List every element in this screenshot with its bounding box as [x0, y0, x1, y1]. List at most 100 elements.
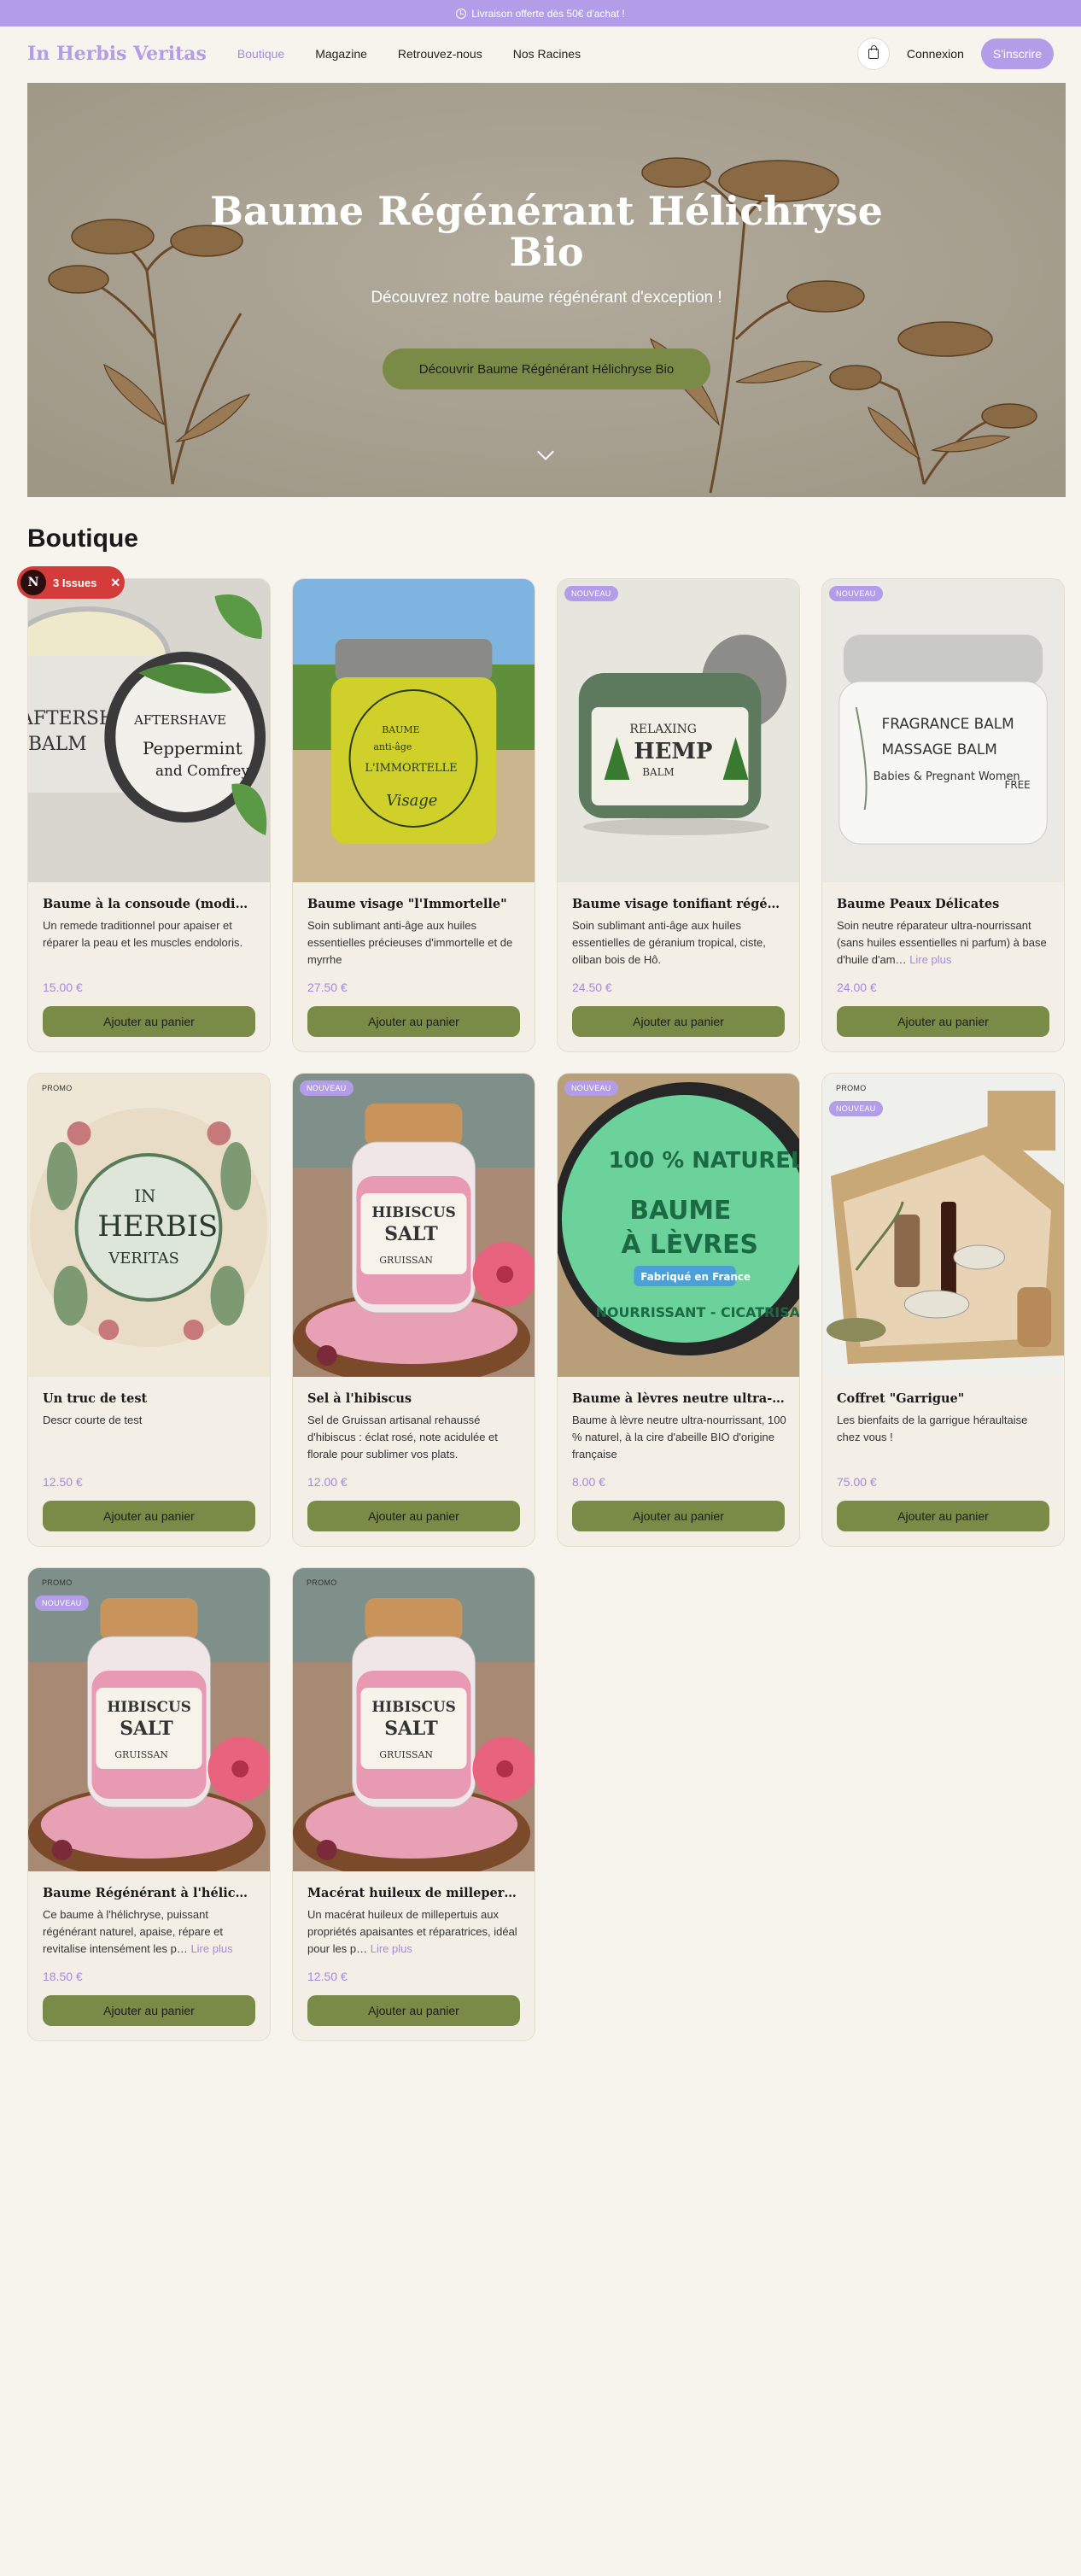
svg-text:IN: IN: [134, 1186, 155, 1206]
close-icon[interactable]: ✕: [110, 576, 120, 590]
product-description: Sel de Gruissan artisanal rehaussé d'hib…: [307, 1414, 498, 1461]
promo-badge: PROMO: [42, 1578, 73, 1587]
svg-text:NOURRISSANT - CICATRISANT: NOURRISSANT - CICATRISANT: [596, 1304, 799, 1320]
product-price: 75.00 €: [837, 1475, 877, 1489]
nav-right: Connexion S'inscrire: [856, 38, 1054, 70]
svg-text:BAUME: BAUME: [629, 1196, 731, 1226]
svg-text:AFTERSHAVE: AFTERSHAVE: [133, 712, 226, 728]
product-price: 12.50 €: [43, 1475, 83, 1489]
svg-text:À LÈVRES: À LÈVRES: [621, 1229, 757, 1260]
add-to-cart-button[interactable]: Ajouter au panier: [307, 1995, 520, 2026]
svg-text:L'IMMORTELLE: L'IMMORTELLE: [365, 762, 457, 775]
new-badge: NOUVEAU: [829, 586, 883, 601]
read-more-link[interactable]: Lire plus: [190, 1942, 232, 1955]
new-badge: NOUVEAU: [564, 1080, 618, 1096]
svg-text:Fabriqué en France: Fabriqué en France: [640, 1271, 751, 1283]
product-description: Baume à lèvre neutre ultra-nourrissant, …: [572, 1414, 786, 1461]
product-image[interactable]: HIBISCUS SALT GRUISSAN: [293, 1074, 535, 1377]
svg-text:HERBIS: HERBIS: [97, 1209, 218, 1243]
product-card[interactable]: AFTERSHAV BALM AFTERSHAVE Peppermint and Com…: [27, 578, 271, 1052]
product-name[interactable]: Baume à la consoude (modifié): [43, 897, 255, 911]
product-name[interactable]: Baume visage "l'Immortelle": [307, 897, 520, 911]
nav-link-boutique[interactable]: Boutique: [237, 47, 284, 61]
product-card[interactable]: FRAGRANCE BALM MASSAGE BALM Babies & Pregn…: [821, 578, 1065, 1052]
product-description: Soin neutre réparateur ultra-nourrissant…: [837, 919, 1047, 966]
svg-text:FRAGRANCE BALM: FRAGRANCE BALM: [882, 715, 1014, 732]
product-name[interactable]: Un truc de test: [43, 1391, 255, 1406]
svg-text:HEMP: HEMP: [634, 739, 712, 764]
product-image[interactable]: 100 % NATUREL BAUME À LÈVRES Fabriqué en Fr…: [558, 1074, 799, 1377]
site-logo[interactable]: In Herbis Veritas: [27, 43, 207, 65]
issues-label: 3 Issues: [53, 576, 97, 589]
product-card[interactable]: HIBISCUS SALT GRUISSAN PROMO Macérat huileux…: [292, 1567, 535, 2041]
product-name[interactable]: Baume Régénérant à l'hélichryse…: [43, 1886, 255, 1900]
promo-text: Livraison offerte dès 50€ d'achat !: [471, 7, 625, 20]
nav-link-nos-racines[interactable]: Nos Racines: [513, 47, 581, 61]
add-to-cart-button[interactable]: Ajouter au panier: [43, 1006, 255, 1037]
svg-text:BALM: BALM: [642, 766, 674, 778]
add-to-cart-button[interactable]: Ajouter au panier: [572, 1006, 785, 1037]
svg-text:HIBISCUS: HIBISCUS: [371, 1203, 456, 1221]
svg-text:100 % NATUREL: 100 % NATUREL: [609, 1148, 799, 1174]
product-image[interactable]: RELAXING HEMP BALM: [558, 579, 799, 882]
svg-text:HIBISCUS: HIBISCUS: [107, 1698, 191, 1715]
product-image[interactable]: HIBISCUS SALT GRUISSAN: [293, 1568, 535, 1871]
add-to-cart-button[interactable]: Ajouter au panier: [837, 1006, 1049, 1037]
login-link[interactable]: Connexion: [907, 47, 964, 61]
product-image[interactable]: HIBISCUS SALT GRUISSAN: [28, 1568, 270, 1871]
product-card[interactable]: HIBISCUS SALT GRUISSAN PROMO NOUVEAU Baume Ré…: [27, 1567, 271, 2041]
product-name[interactable]: Baume visage tonifiant régénérant: [572, 897, 785, 911]
svg-text:VERITAS: VERITAS: [108, 1250, 179, 1268]
product-image[interactable]: BAUME anti-âge L'IMMORTELLE Visage: [293, 579, 535, 882]
svg-text:and Comfrey: and Comfrey: [155, 762, 249, 779]
promo-badge: PROMO: [836, 1084, 867, 1092]
product-card[interactable]: RELAXING HEMP BALM NOUVEAU Baume visage toni…: [557, 578, 800, 1052]
add-to-cart-button[interactable]: Ajouter au panier: [307, 1501, 520, 1531]
product-description: Soin sublimant anti-âge aux huiles essen…: [307, 919, 513, 966]
product-image[interactable]: FRAGRANCE BALM MASSAGE BALM Babies & Pregn…: [822, 579, 1064, 882]
read-more-link[interactable]: Lire plus: [909, 953, 951, 966]
hero-subtitle: Découvrez notre baume régénérant d'excep…: [371, 289, 722, 307]
product-description: Les bienfaits de la garrigue héraultaise…: [837, 1414, 1028, 1443]
svg-text:BALM: BALM: [28, 734, 87, 755]
issues-badge[interactable]: N 3 Issues ✕: [17, 566, 125, 599]
svg-text:RELAXING: RELAXING: [629, 723, 696, 736]
product-description: Soin sublimant anti-âge aux huiles essen…: [572, 919, 766, 966]
nav-link-magazine[interactable]: Magazine: [315, 47, 367, 61]
svg-text:BAUME: BAUME: [382, 724, 419, 735]
product-price: 18.50 €: [43, 1970, 83, 1983]
new-badge: NOUVEAU: [829, 1101, 883, 1116]
product-name[interactable]: Baume à lèvres neutre ultra-…: [572, 1391, 785, 1406]
nav-link-retrouvez-nous[interactable]: Retrouvez-nous: [398, 47, 482, 61]
add-to-cart-button[interactable]: Ajouter au panier: [307, 1006, 520, 1037]
product-name[interactable]: Coffret "Garrigue": [837, 1391, 1049, 1406]
cart-button[interactable]: [856, 38, 890, 70]
product-name[interactable]: Baume Peaux Délicates: [837, 897, 1049, 911]
signup-button[interactable]: S'inscrire: [980, 38, 1054, 69]
main-nav: In Herbis Veritas Boutique Magazine Retr…: [0, 26, 1081, 81]
product-description: Un macérat huileux de millepertuis aux p…: [307, 1908, 517, 1955]
product-price: 24.00 €: [837, 981, 877, 994]
product-image[interactable]: AFTERSHAV BALM AFTERSHAVE Peppermint and Com…: [28, 579, 270, 882]
product-card[interactable]: 100 % NATUREL BAUME À LÈVRES Fabriqué en Fr…: [557, 1073, 800, 1547]
product-card[interactable]: IN HERBIS VERITAS PROMO Un truc de test Descr…: [27, 1073, 271, 1547]
svg-text:anti-âge: anti-âge: [373, 741, 412, 752]
product-image[interactable]: IN HERBIS VERITAS: [28, 1074, 270, 1377]
product-name[interactable]: Sel à l'hibiscus: [307, 1391, 520, 1406]
add-to-cart-button[interactable]: Ajouter au panier: [43, 1501, 255, 1531]
svg-text:GRUISSAN: GRUISSAN: [379, 1749, 433, 1760]
product-price: 12.50 €: [307, 1970, 348, 1983]
promo-badge: PROMO: [42, 1084, 73, 1092]
product-card[interactable]: HIBISCUS SALT GRUISSAN NOUVEAU Sel à l'hibis…: [292, 1073, 535, 1547]
svg-text:GRUISSAN: GRUISSAN: [114, 1749, 168, 1760]
section-title: Boutique: [27, 524, 138, 553]
product-card[interactable]: BAUME anti-âge L'IMMORTELLE Visage Baume vis…: [292, 578, 535, 1052]
product-card[interactable]: PROMO NOUVEAU Coffret "Garrigue" Les bienfa…: [821, 1073, 1065, 1547]
product-name[interactable]: Macérat huileux de millepertuis: [307, 1886, 520, 1900]
add-to-cart-button[interactable]: Ajouter au panier: [837, 1501, 1049, 1531]
read-more-link[interactable]: Lire plus: [371, 1942, 412, 1955]
add-to-cart-button[interactable]: Ajouter au panier: [43, 1995, 255, 2026]
add-to-cart-button[interactable]: Ajouter au panier: [572, 1501, 785, 1531]
hero-cta-button[interactable]: Découvrir Baume Régénérant Hélichryse Bi…: [383, 348, 710, 389]
product-image[interactable]: [822, 1074, 1064, 1377]
